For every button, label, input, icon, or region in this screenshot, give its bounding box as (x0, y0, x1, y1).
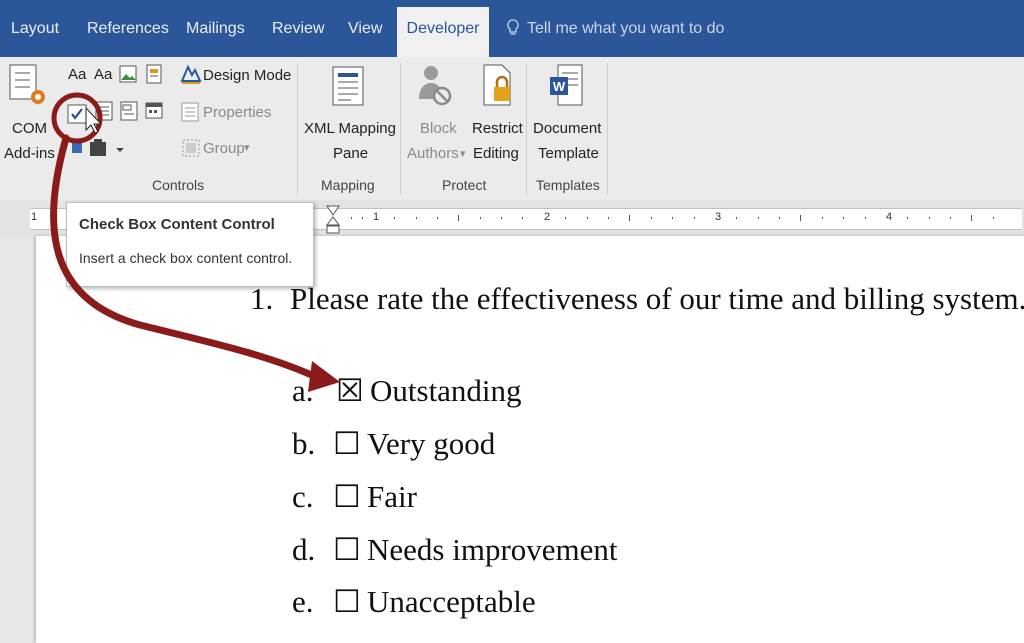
annotation-arrow (50, 134, 322, 382)
arrowhead-icon (308, 361, 340, 392)
annotation-overlay (50, 92, 340, 392)
